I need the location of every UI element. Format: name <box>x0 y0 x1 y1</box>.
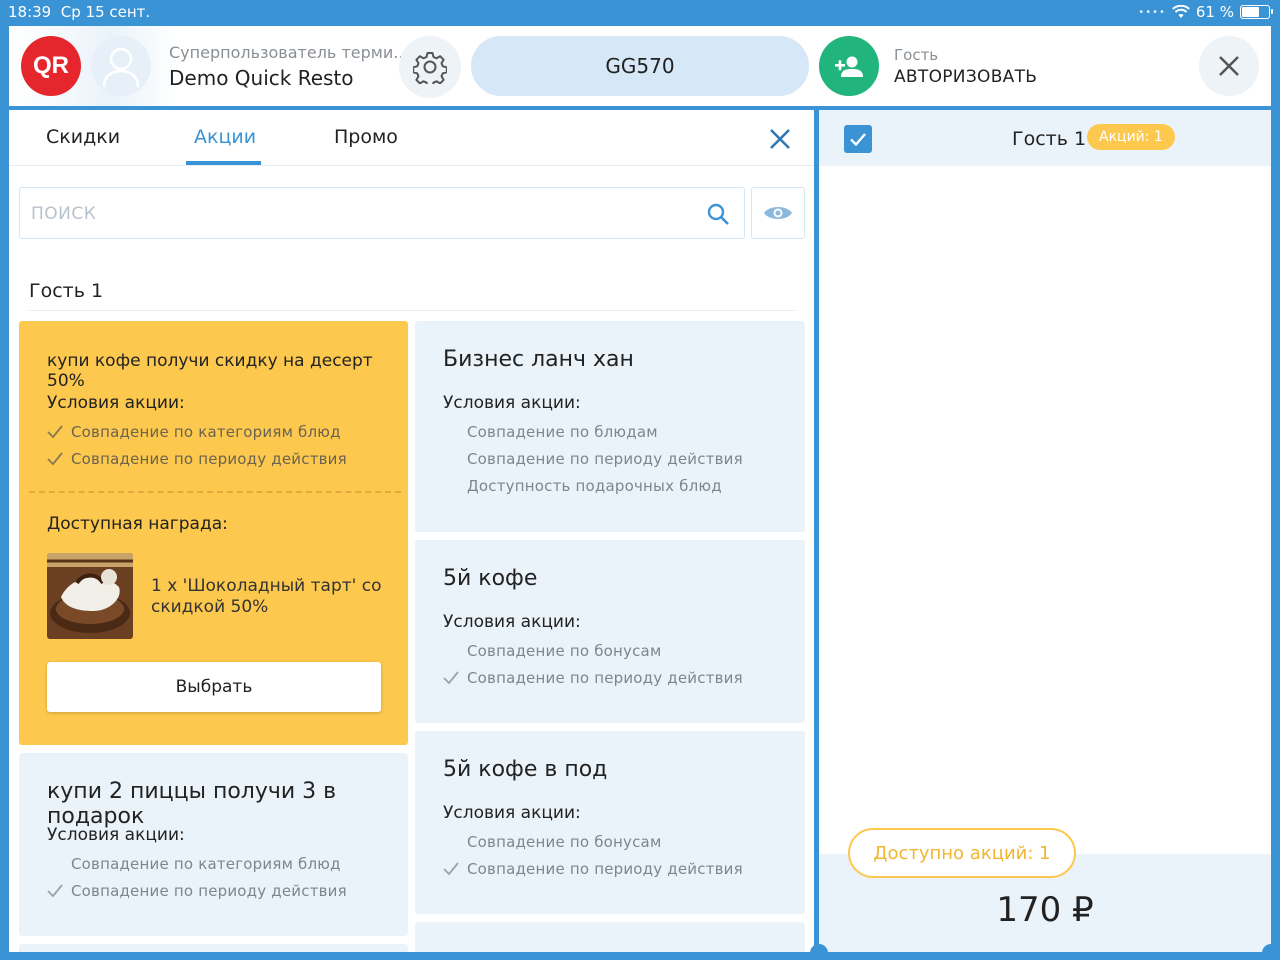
promotion-title: купи 2 пиццы получи 3 в подарок <box>47 779 337 829</box>
reward-label: Доступная награда: <box>47 514 228 534</box>
close-icon <box>770 129 790 149</box>
signal-icon: •••• <box>1138 6 1166 18</box>
reward-description: 1 x 'Шоколадный тарт' со скидкой 50% <box>151 576 382 617</box>
condition-item: Совпадение по периоду действия <box>71 882 347 900</box>
conditions-label: Условия акции: <box>443 612 581 632</box>
user-icon <box>102 47 140 88</box>
condition-item: Совпадение по периоду действия <box>467 450 743 468</box>
condition-item: Совпадение по блюдам <box>467 423 658 441</box>
promotion-title: Бизнес ланч хан <box>443 347 634 372</box>
guest-panel: Гость 1 Акций: 1 Доступно акций: 1 170 ₽ <box>810 110 1280 960</box>
dashed-divider <box>29 491 401 493</box>
available-promotions-button[interactable]: Доступно акций: 1 <box>848 828 1076 878</box>
check-icon <box>850 132 866 146</box>
divider <box>29 310 795 311</box>
promotion-card[interactable]: 5й кофе Условия акции: Совпадение по бон… <box>415 540 805 723</box>
conditions-label: Условия акции: <box>443 393 581 413</box>
condition-item: Совпадение по бонусам <box>467 642 662 660</box>
gear-icon <box>413 52 447 84</box>
notch-right <box>1262 944 1280 960</box>
status-indicators: •••• 61 % <box>1138 3 1273 21</box>
add-guest-button[interactable] <box>819 36 879 96</box>
promotions-panel: Скидки Акции Промо ПОИСК Гость 1 купи ко… <box>9 110 814 952</box>
promotion-card[interactable]: 5й кофе в под Условия акции: Совпадение … <box>415 731 805 914</box>
notch-left <box>810 944 828 960</box>
condition-item: Совпадение по бонусам <box>467 833 662 851</box>
guest-label: Гость <box>894 46 939 64</box>
settings-button[interactable] <box>399 36 461 98</box>
search-icon[interactable] <box>706 202 730 226</box>
tab-bar: Скидки Акции Промо <box>9 110 814 166</box>
user-name: Demo Quick Resto <box>169 66 354 90</box>
conditions-label: Условия акции: <box>443 803 581 823</box>
promotion-card[interactable] <box>415 922 805 952</box>
user-role: Суперпользователь терми... <box>169 43 409 62</box>
user-avatar[interactable] <box>91 36 151 96</box>
search-placeholder: ПОИСК <box>31 204 97 224</box>
order-total: 170 ₽ <box>996 890 1094 930</box>
promotion-card[interactable]: купи кофе получи скидку на десерт 50% Ус… <box>19 321 408 745</box>
tab-discounts[interactable]: Скидки <box>46 126 120 148</box>
promotion-card[interactable] <box>19 944 408 952</box>
check-icon <box>443 671 459 685</box>
promotion-card[interactable]: Бизнес ланч хан Условия акции: Совпадени… <box>415 321 805 532</box>
tab-promo[interactable]: Промо <box>334 126 398 148</box>
guest-section-title: Гость 1 <box>29 280 104 302</box>
reward-image <box>47 553 133 639</box>
guest-header: Гость 1 Акций: 1 <box>819 110 1271 166</box>
battery-icon <box>1240 5 1273 19</box>
guest-checkbox[interactable] <box>844 125 872 153</box>
active-tab-indicator <box>186 161 261 165</box>
check-icon <box>47 452 63 466</box>
status-time: 18:39 Ср 15 сент. <box>8 3 151 21</box>
visibility-toggle-button[interactable] <box>751 187 805 239</box>
promotion-title: 5й кофе <box>443 566 538 591</box>
chocolate-tart-image <box>47 553 133 639</box>
condition-item: Доступность подарочных блюд <box>467 477 722 495</box>
promotion-title: купи кофе получи скидку на десерт 50% <box>47 351 373 391</box>
authorize-guest-link[interactable]: АВТОРИЗОВАТЬ <box>894 67 1037 87</box>
promotion-title: 5й кофе в под <box>443 757 608 782</box>
select-reward-button[interactable]: Выбрать <box>47 662 381 712</box>
close-icon <box>1219 56 1239 76</box>
search-input[interactable]: ПОИСК <box>19 187 745 239</box>
guest-name: Гость 1 <box>1012 128 1087 150</box>
order-code-button[interactable]: GG570 <box>471 36 809 96</box>
condition-item: Совпадение по категориям блюд <box>71 423 341 441</box>
condition-item: Совпадение по периоду действия <box>467 860 743 878</box>
promotion-card[interactable]: купи 2 пиццы получи 3 в подарок Условия … <box>19 753 408 936</box>
tab-promotions[interactable]: Акции <box>194 126 256 148</box>
check-icon <box>47 884 63 898</box>
close-panel-button[interactable] <box>765 124 795 154</box>
app-logo: QR <box>21 36 81 96</box>
close-button[interactable] <box>1199 36 1259 96</box>
status-bar: 18:39 Ср 15 сент. •••• 61 % <box>0 0 1280 24</box>
wifi-icon <box>1172 5 1190 18</box>
add-user-icon <box>835 56 863 77</box>
battery-percent: 61 % <box>1195 3 1234 21</box>
check-icon <box>443 862 459 876</box>
condition-item: Совпадение по категориям блюд <box>71 855 341 873</box>
check-icon <box>47 425 63 439</box>
condition-item: Совпадение по периоду действия <box>467 669 743 687</box>
conditions-label: Условия акции: <box>47 825 185 845</box>
eye-icon <box>764 207 792 219</box>
promotions-count-badge: Акций: 1 <box>1087 124 1175 150</box>
conditions-label: Условия акции: <box>47 393 185 413</box>
condition-item: Совпадение по периоду действия <box>71 450 347 468</box>
top-bar: QR Суперпользователь терми... Demo Quick… <box>9 26 1271 106</box>
